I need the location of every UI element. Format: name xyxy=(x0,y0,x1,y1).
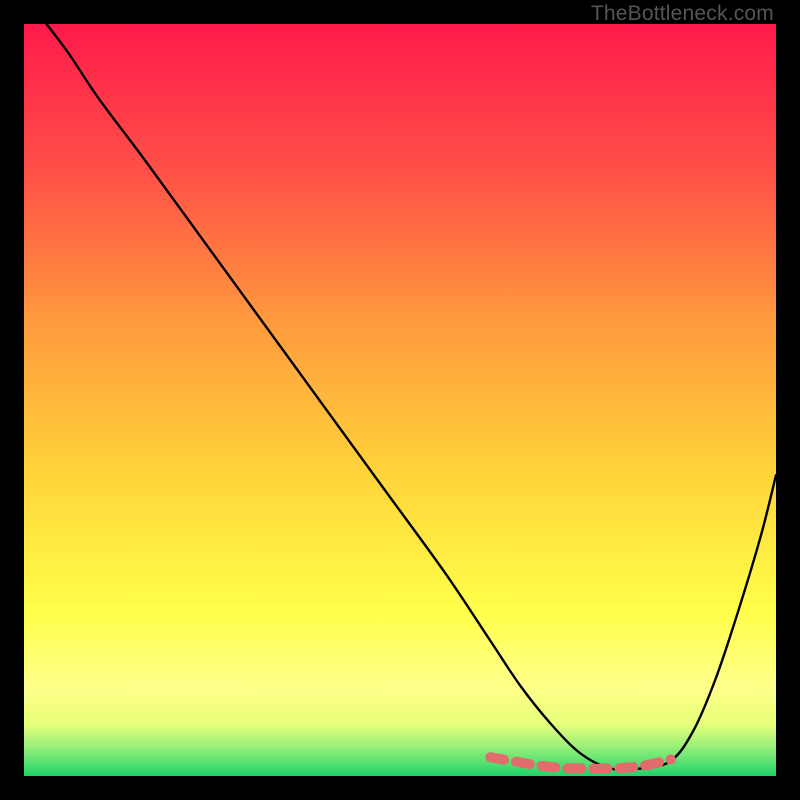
chart-frame xyxy=(24,24,776,776)
bottleneck-chart xyxy=(24,24,776,776)
chart-background-gradient xyxy=(24,24,776,776)
watermark-text: TheBottleneck.com xyxy=(591,2,774,26)
